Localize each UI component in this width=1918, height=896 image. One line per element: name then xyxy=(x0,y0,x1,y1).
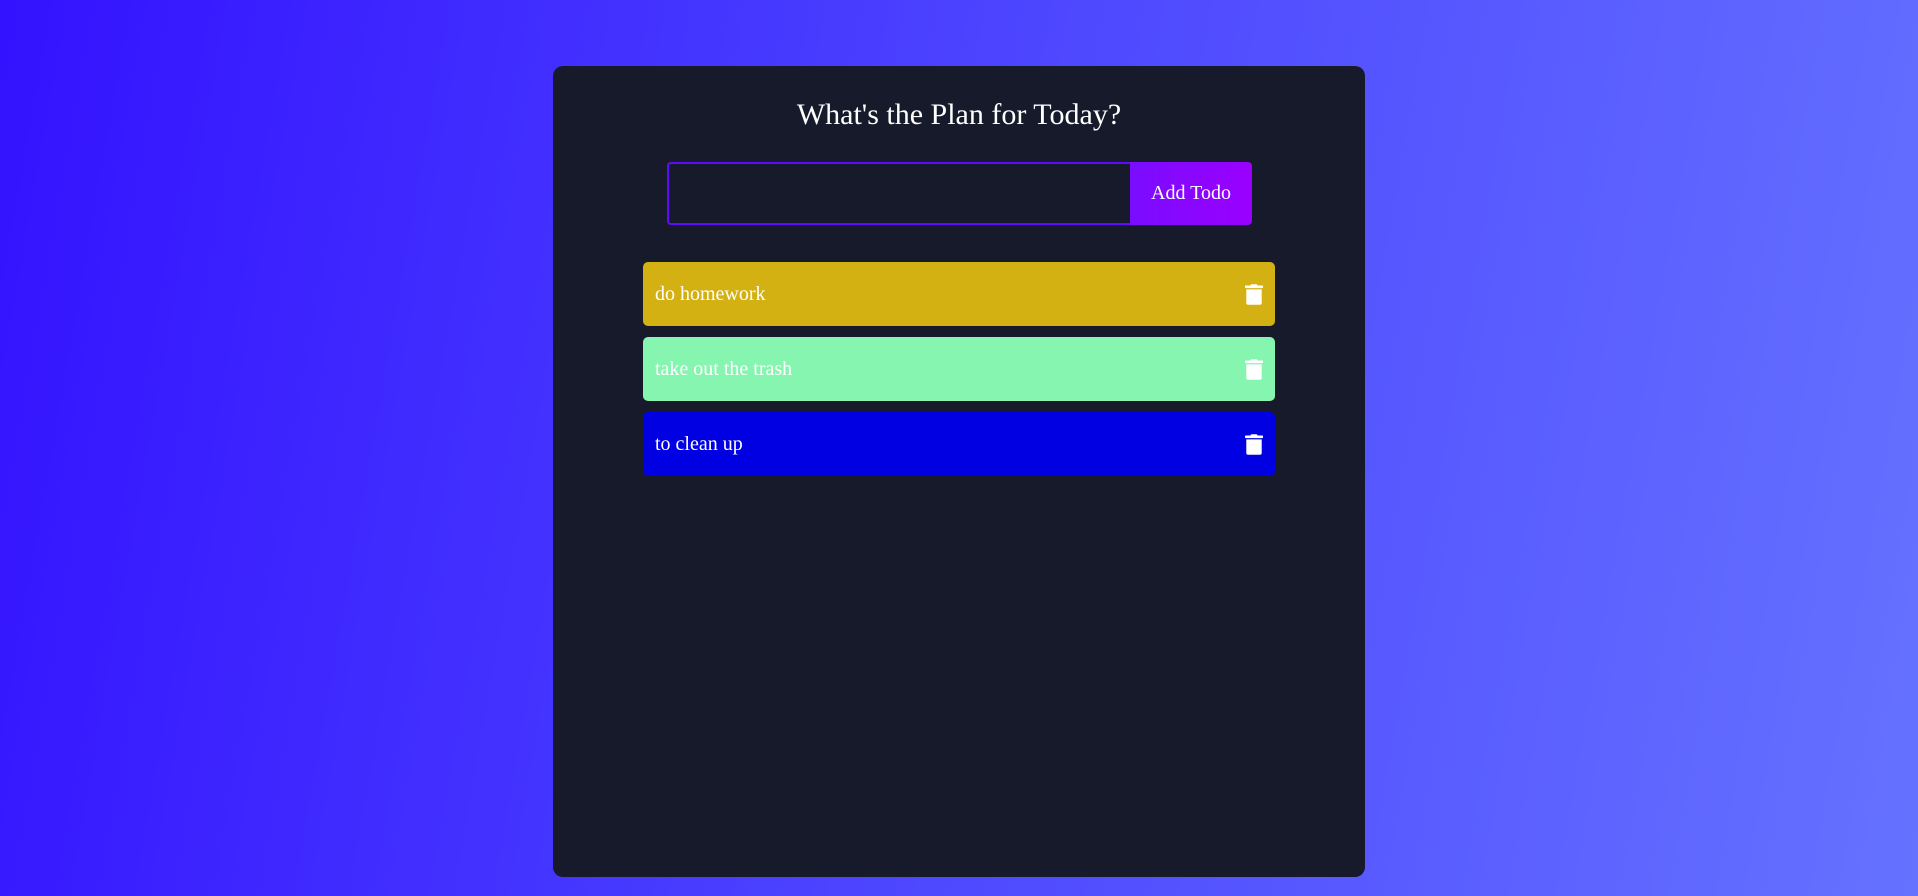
todo-text[interactable]: do homework xyxy=(655,283,766,306)
todo-text[interactable]: to clean up xyxy=(655,433,743,456)
todo-list: do homework take out the trash to clean … xyxy=(643,262,1275,487)
todo-row: do homework xyxy=(643,262,1275,326)
delete-button[interactable] xyxy=(1245,283,1263,305)
delete-button[interactable] xyxy=(1245,433,1263,455)
delete-icon[interactable] xyxy=(1245,433,1263,455)
delete-button[interactable] xyxy=(1245,358,1263,380)
delete-icon[interactable] xyxy=(1245,283,1263,305)
todo-row: to clean up xyxy=(643,412,1275,476)
delete-icon[interactable] xyxy=(1245,358,1263,380)
todo-input[interactable] xyxy=(667,162,1130,225)
todo-form: Add Todo xyxy=(667,162,1252,225)
add-todo-button[interactable]: Add Todo xyxy=(1130,162,1252,225)
todo-text[interactable]: take out the trash xyxy=(655,358,792,381)
todo-row: take out the trash xyxy=(643,337,1275,401)
page-title: What's the Plan for Today? xyxy=(796,98,1122,131)
todo-app: What's the Plan for Today? Add Todo do h… xyxy=(553,66,1365,877)
